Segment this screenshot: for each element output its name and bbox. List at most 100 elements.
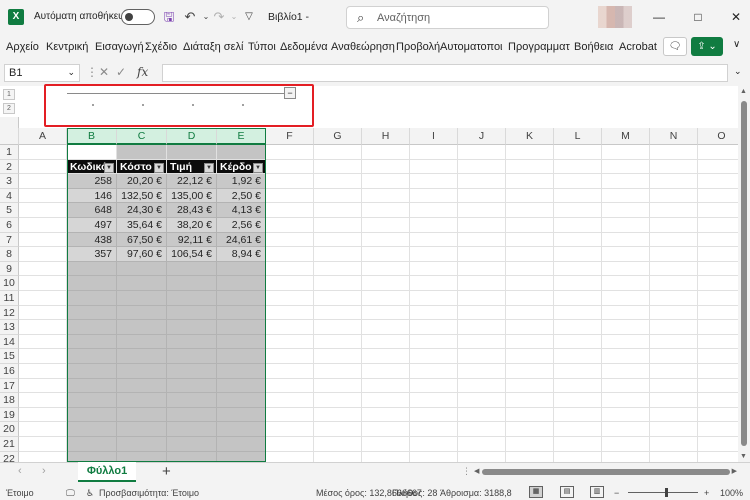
row-header[interactable]: 20 — [0, 422, 19, 437]
table-header-cell[interactable]: Κωδικό ▼ — [67, 159, 117, 175]
column-header[interactable]: M — [602, 128, 650, 145]
cell[interactable] — [67, 393, 117, 408]
cell[interactable] — [217, 364, 266, 379]
cell[interactable] — [266, 218, 314, 233]
table-cell[interactable]: 648 — [67, 203, 117, 218]
table-cell[interactable]: 92,11 € — [167, 232, 217, 248]
cell[interactable] — [554, 276, 602, 291]
zoom-slider[interactable] — [628, 492, 698, 493]
cell[interactable] — [167, 393, 217, 408]
zoom-slider-thumb[interactable] — [665, 488, 668, 497]
cell[interactable] — [266, 364, 314, 379]
cell[interactable] — [117, 393, 167, 408]
sheet-next-icon[interactable]: › — [42, 465, 46, 477]
cell[interactable] — [698, 262, 738, 277]
cell[interactable] — [19, 334, 67, 350]
scroll-up-icon[interactable]: ▲ — [740, 88, 747, 95]
cell[interactable] — [314, 422, 362, 437]
row-header[interactable]: 13 — [0, 320, 19, 335]
cell[interactable] — [698, 233, 738, 248]
cell[interactable] — [117, 378, 167, 394]
row-header[interactable]: 1 — [0, 145, 19, 160]
cell[interactable] — [554, 364, 602, 379]
column-header[interactable]: C — [117, 128, 167, 145]
cell[interactable] — [410, 291, 458, 306]
cell[interactable] — [19, 451, 67, 462]
sheet-tab[interactable]: Φύλλο1 — [78, 462, 136, 482]
filter-dropdown-icon[interactable]: ▼ — [104, 162, 114, 173]
outline-level-2-button[interactable]: 2 — [3, 103, 15, 114]
cell[interactable] — [217, 437, 266, 452]
cell[interactable] — [314, 349, 362, 364]
cell[interactable] — [410, 218, 458, 233]
cell[interactable] — [362, 393, 410, 408]
column-header[interactable]: I — [410, 128, 458, 145]
cell[interactable] — [698, 393, 738, 408]
table-cell[interactable]: 22,12 € — [167, 174, 217, 189]
cell[interactable] — [217, 320, 266, 335]
cell[interactable] — [362, 159, 410, 175]
cell[interactable] — [554, 349, 602, 364]
cell[interactable] — [602, 291, 650, 306]
row-header[interactable]: 9 — [0, 261, 19, 277]
cell[interactable] — [506, 407, 554, 423]
cell[interactable] — [266, 188, 314, 204]
cell[interactable] — [458, 364, 506, 379]
cell[interactable] — [650, 291, 698, 306]
cell[interactable] — [506, 232, 554, 248]
cell[interactable] — [314, 203, 362, 218]
cell[interactable] — [458, 218, 506, 233]
cell[interactable] — [410, 232, 458, 248]
cell[interactable] — [698, 189, 738, 204]
cell[interactable] — [554, 145, 602, 160]
cell[interactable] — [602, 364, 650, 379]
row-header[interactable]: 18 — [0, 393, 19, 408]
cell[interactable] — [698, 145, 738, 160]
more-icon[interactable]: ⋮ — [462, 466, 471, 477]
cell[interactable] — [506, 393, 554, 408]
cell[interactable] — [362, 364, 410, 379]
cell[interactable] — [19, 218, 67, 233]
table-cell[interactable]: 67,50 € — [117, 232, 167, 248]
cell[interactable] — [314, 261, 362, 277]
row-header[interactable]: 22 — [0, 451, 19, 462]
table-cell[interactable]: 146 — [67, 188, 117, 204]
cell[interactable] — [19, 174, 67, 189]
cell[interactable] — [410, 305, 458, 321]
table-cell[interactable]: 258 — [67, 174, 117, 189]
cell[interactable] — [19, 247, 67, 262]
cell[interactable] — [362, 188, 410, 204]
table-cell[interactable]: 20,20 € — [117, 174, 167, 189]
cell[interactable] — [698, 437, 738, 452]
cell[interactable] — [602, 407, 650, 423]
cell[interactable] — [554, 188, 602, 204]
cell[interactable] — [554, 437, 602, 452]
cell[interactable] — [67, 276, 117, 291]
cell[interactable] — [117, 407, 167, 423]
tab-file[interactable]: Αρχείο — [6, 41, 39, 53]
cell[interactable] — [506, 305, 554, 321]
scroll-thumb[interactable] — [482, 469, 730, 475]
column-header[interactable]: E — [217, 128, 266, 145]
cell[interactable] — [19, 203, 67, 218]
tab-insert[interactable]: Εισαγωγή — [95, 41, 144, 53]
cell[interactable] — [117, 451, 167, 462]
cell[interactable] — [19, 393, 67, 408]
cell[interactable] — [266, 378, 314, 394]
cell[interactable] — [458, 261, 506, 277]
cell[interactable] — [410, 320, 458, 335]
cell[interactable] — [217, 378, 266, 394]
cell[interactable] — [266, 203, 314, 218]
tab-home[interactable]: Κεντρική — [46, 41, 88, 53]
more-icon[interactable]: ⋮ — [86, 65, 98, 79]
cell[interactable] — [410, 145, 458, 160]
cell[interactable] — [362, 174, 410, 189]
cell[interactable] — [602, 276, 650, 291]
add-sheet-button[interactable]: + — [162, 463, 171, 480]
cell[interactable] — [19, 145, 67, 160]
row-header[interactable]: 11 — [0, 291, 19, 306]
column-header[interactable]: G — [314, 128, 362, 145]
cell[interactable] — [554, 218, 602, 233]
cell[interactable] — [117, 320, 167, 335]
row-header[interactable]: 16 — [0, 364, 19, 379]
